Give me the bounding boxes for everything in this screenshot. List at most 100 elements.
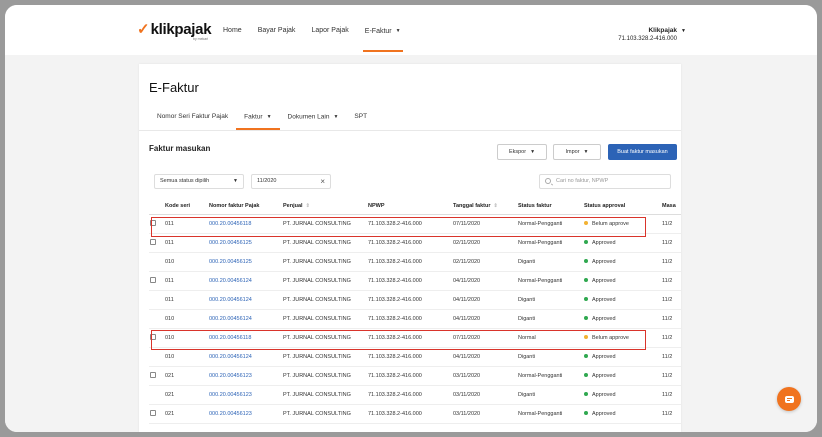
chevron-down-icon: ▼ bbox=[583, 149, 589, 155]
row-checkbox[interactable] bbox=[150, 372, 156, 379]
cell-penjual: PT. JURNAL CONSULTING bbox=[283, 385, 368, 405]
column-header-2: Nomor faktur Pajak bbox=[209, 199, 283, 215]
cell-tanggal-text: 03/11/2020 bbox=[453, 372, 481, 379]
cell-status-text: Diganti bbox=[518, 391, 536, 398]
table-row[interactable]: 011 000.20.00456124 PT. JURNAL CONSULTING 7… bbox=[149, 271, 681, 291]
cell-npwp-text: 71.103.328.2-416.000 bbox=[368, 220, 422, 227]
table-row[interactable]: 021 000.20.00456123 PT. JURNAL CONSULTING 7… bbox=[149, 366, 681, 386]
column-header-label: Penjual bbox=[283, 203, 303, 210]
cell-approval: Approved bbox=[584, 385, 662, 405]
cell-nomor[interactable]: 000.20.00456123 bbox=[209, 404, 283, 424]
table-row[interactable]: 011 000.20.00456125 PT. JURNAL CONSULTING 7… bbox=[149, 233, 681, 253]
cell-tanggal: 04/11/2020 bbox=[453, 271, 518, 291]
cell-npwp: 71.103.328.2-416.000 bbox=[368, 252, 453, 272]
cell-tanggal: 03/11/2020 bbox=[453, 404, 518, 424]
user-npwp: 71.103.328.2-416.000 bbox=[618, 36, 677, 42]
cell-tanggal: 03/11/2020 bbox=[453, 366, 518, 386]
impor-button[interactable]: Impor ▼ bbox=[553, 144, 601, 160]
nav-e-faktur[interactable]: E-Faktur ▼ bbox=[357, 5, 409, 55]
cell-penjual: PT. JURNAL CONSULTING bbox=[283, 290, 368, 310]
nav-bayar-pajak[interactable]: Bayar Pajak bbox=[250, 5, 304, 55]
cell-kode-text: 010 bbox=[165, 353, 175, 360]
status-filter-value: Semua status dipilih bbox=[160, 178, 210, 184]
cell-approval-text: Approved bbox=[592, 296, 616, 303]
column-header-5[interactable]: Tanggal faktur ⇕ bbox=[453, 199, 518, 215]
cell-kode: 010 bbox=[165, 347, 209, 367]
column-header-8: Masa bbox=[662, 199, 681, 215]
cell-penjual-text: PT. JURNAL CONSULTING bbox=[283, 353, 351, 360]
cell-status: Normal-Pengganti bbox=[518, 233, 584, 253]
row-checkbox[interactable] bbox=[150, 239, 156, 246]
cell-penjual-text: PT. JURNAL CONSULTING bbox=[283, 239, 351, 246]
tab-faktur[interactable]: Faktur ▼ bbox=[236, 104, 280, 130]
cell-status-text: Normal-Pengganti bbox=[518, 277, 563, 284]
cell-npwp: 71.103.328.2-416.000 bbox=[368, 309, 453, 329]
nav-home[interactable]: Home bbox=[215, 5, 250, 55]
ekspor-button[interactable]: Ekspor ▼ bbox=[497, 144, 547, 160]
cell-npwp: 71.103.328.2-416.000 bbox=[368, 233, 453, 253]
nav-lapor-pajak[interactable]: Lapor Pajak bbox=[303, 5, 356, 55]
cell-penjual: PT. JURNAL CONSULTING bbox=[283, 214, 368, 234]
klikpajak-logo[interactable]: ✓ klikpajak by mekari bbox=[137, 22, 212, 41]
sort-icon[interactable]: ⇕ bbox=[306, 203, 310, 209]
cell-status-text: Diganti bbox=[518, 258, 536, 265]
table-row[interactable]: 010 000.20.00456125 PT. JURNAL CONSULTING 7… bbox=[149, 252, 681, 272]
tab-faktur-label: Faktur bbox=[244, 113, 263, 121]
status-dot-icon bbox=[584, 373, 588, 378]
period-filter-input[interactable]: 11/2020 × bbox=[251, 174, 331, 189]
table-row[interactable]: 011 000.20.00456118 PT. JURNAL CONSULTING 7… bbox=[149, 214, 681, 234]
user-chevron-down-icon[interactable]: ▼ bbox=[681, 28, 686, 34]
row-checkbox[interactable] bbox=[150, 277, 156, 284]
cell-masa-text: 11/2 bbox=[662, 410, 673, 417]
cell-penjual-text: PT. JURNAL CONSULTING bbox=[283, 315, 351, 322]
table-row[interactable]: 010 000.20.00456118 PT. JURNAL CONSULTING 7… bbox=[149, 328, 681, 348]
cell-kode-text: 010 bbox=[165, 258, 175, 265]
cell-npwp-text: 71.103.328.2-416.000 bbox=[368, 296, 422, 303]
user-menu[interactable]: Klikpajak 71.103.328.2-416.000 bbox=[618, 26, 677, 44]
cell-nomor[interactable]: 000.20.00456124 bbox=[209, 347, 283, 367]
cell-nomor-text: 000.20.00456123 bbox=[209, 391, 252, 398]
cell-nomor[interactable]: 000.20.00456124 bbox=[209, 271, 283, 291]
close-icon[interactable]: × bbox=[320, 175, 325, 188]
cell-kode-text: 011 bbox=[165, 239, 174, 246]
cell-nomor[interactable]: 000.20.00456123 bbox=[209, 385, 283, 405]
row-checkbox[interactable] bbox=[150, 410, 156, 417]
cell-nomor[interactable]: 000.20.00456125 bbox=[209, 252, 283, 272]
table-row[interactable]: 011 000.20.00456124 PT. JURNAL CONSULTING 7… bbox=[149, 290, 681, 310]
cell-status-text: Normal bbox=[518, 334, 536, 341]
cell-nomor[interactable]: 000.20.00456124 bbox=[209, 290, 283, 310]
e-faktur-tabs: Nomor Seri Faktur Pajak Faktur ▼ Dokumen … bbox=[149, 104, 375, 130]
cell-nomor[interactable]: 000.20.00456118 bbox=[209, 214, 283, 234]
cell-penjual: PT. JURNAL CONSULTING bbox=[283, 309, 368, 329]
status-filter-select[interactable]: Semua status dipilih ▼ bbox=[154, 174, 244, 189]
cell-nomor[interactable]: 000.20.00456123 bbox=[209, 366, 283, 386]
tab-dokumen-lain[interactable]: Dokumen Lain ▼ bbox=[280, 104, 347, 130]
row-checkbox[interactable] bbox=[150, 220, 156, 227]
table-row[interactable]: 021 000.20.00456123 PT. JURNAL CONSULTING 7… bbox=[149, 385, 681, 405]
cell-nomor[interactable]: 000.20.00456118 bbox=[209, 328, 283, 348]
table-row[interactable]: 010 000.20.00456124 PT. JURNAL CONSULTING 7… bbox=[149, 309, 681, 329]
cell-approval: Approved bbox=[584, 271, 662, 291]
tab-dokumen-lain-label: Dokumen Lain bbox=[287, 113, 330, 121]
cell-nomor[interactable]: 000.20.00456125 bbox=[209, 233, 283, 253]
search-input[interactable]: Cari no faktur, NPWP bbox=[539, 174, 671, 189]
cell-nomor[interactable]: 000.20.00456124 bbox=[209, 309, 283, 329]
tab-nomor-seri[interactable]: Nomor Seri Faktur Pajak bbox=[149, 104, 236, 130]
chat-button[interactable] bbox=[777, 387, 801, 411]
table-row[interactable]: 010 000.20.00456124 PT. JURNAL CONSULTING 7… bbox=[149, 347, 681, 367]
cell-approval: Approved bbox=[584, 347, 662, 367]
section-title: Faktur masukan bbox=[149, 144, 211, 153]
status-dot-icon bbox=[584, 297, 588, 302]
cell-npwp-text: 71.103.328.2-416.000 bbox=[368, 391, 422, 398]
cell-npwp-text: 71.103.328.2-416.000 bbox=[368, 410, 422, 417]
tab-spt[interactable]: SPT bbox=[346, 104, 375, 130]
sort-icon[interactable]: ⇕ bbox=[494, 203, 498, 209]
cell-approval: Approved bbox=[584, 309, 662, 329]
column-header-3[interactable]: Penjual ⇕ bbox=[283, 199, 368, 215]
table-row[interactable]: 021 000.20.00456123 PT. JURNAL CONSULTING 7… bbox=[149, 404, 681, 424]
cell-npwp: 71.103.328.2-416.000 bbox=[368, 271, 453, 291]
column-header-label: Masa bbox=[662, 203, 676, 210]
row-checkbox-cell bbox=[149, 233, 165, 253]
row-checkbox[interactable] bbox=[150, 334, 156, 341]
buat-faktur-masukan-button[interactable]: Buat faktur masukan bbox=[608, 144, 677, 160]
